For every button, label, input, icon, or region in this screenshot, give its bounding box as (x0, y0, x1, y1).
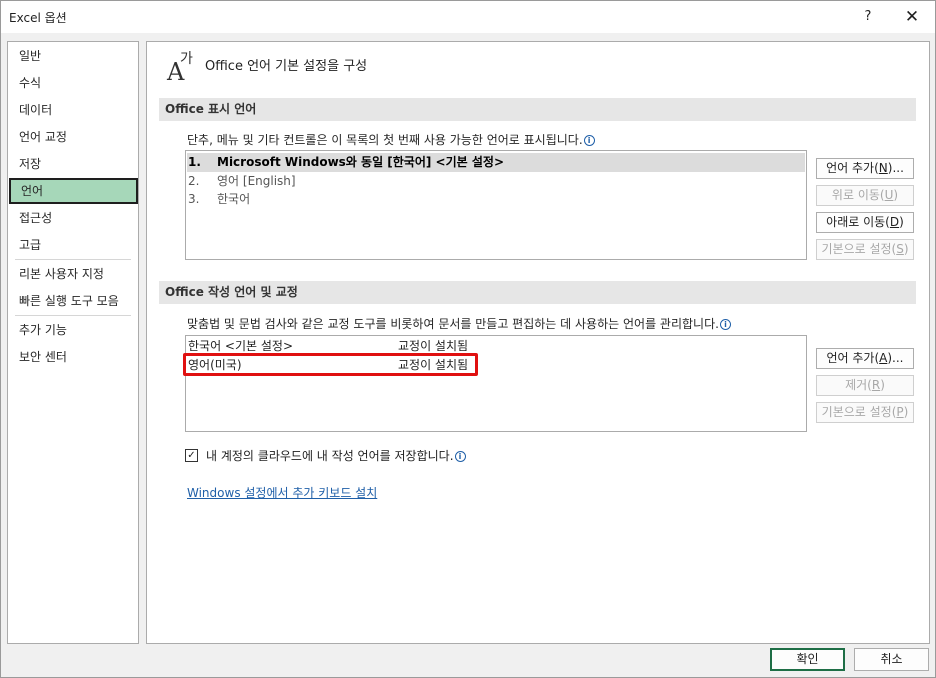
sidebar-item-quick-access-toolbar[interactable]: 빠른 실행 도구 모음 (8, 288, 138, 314)
language-settings-panel: A 가 Office 언어 기본 설정을 구성 Office 표시 언어 단추,… (146, 41, 930, 644)
sidebar-item-language[interactable]: 언어 (9, 178, 138, 204)
list-item[interactable]: 1. Microsoft Windows와 동일 [한국어] <기본 설정> (187, 153, 805, 172)
display-language-list[interactable]: 1. Microsoft Windows와 동일 [한국어] <기본 설정> 2.… (185, 150, 807, 260)
authoring-language-description: 맞춤법 및 문법 검사와 같은 교정 도구를 비롯하여 문서를 만들고 편집하는… (187, 315, 731, 332)
display-language-section-title: Office 표시 언어 (159, 98, 916, 121)
add-display-language-button[interactable]: 언어 추가(N)... (816, 158, 914, 179)
sidebar-item-general[interactable]: 일반 (8, 43, 138, 69)
add-authoring-language-button[interactable]: 언어 추가(A)... (816, 348, 914, 369)
cancel-button[interactable]: 취소 (854, 648, 929, 671)
remove-button[interactable]: 제거(R) (816, 375, 914, 396)
save-to-cloud-label: 내 계정의 클라우드에 내 작성 언어를 저장합니다. i (206, 447, 466, 464)
language-icon: A 가 (167, 51, 193, 86)
close-button[interactable]: ✕ (899, 5, 925, 29)
sidebar-item-customize-ribbon[interactable]: 리본 사용자 지정 (8, 261, 138, 287)
display-language-description: 단추, 메뉴 및 기타 컨트롤은 이 목록의 첫 번째 사용 가능한 언어로 표… (187, 131, 595, 148)
sidebar-item-save[interactable]: 저장 (8, 151, 138, 177)
excel-options-dialog: Excel 옵션 ? ✕ 일반 수식 데이터 언어 교정 저장 언어 접근성 고… (0, 0, 936, 678)
sidebar-item-proofing[interactable]: 언어 교정 (8, 124, 138, 150)
sidebar-item-advanced[interactable]: 고급 (8, 232, 138, 258)
help-button[interactable]: ? (857, 5, 879, 29)
sidebar-item-data[interactable]: 데이터 (8, 97, 138, 123)
authoring-language-list[interactable]: 한국어 <기본 설정> 교정이 설치됨 영어(미국) 교정이 설치됨 (185, 335, 807, 432)
sidebar-item-formulas[interactable]: 수식 (8, 70, 138, 96)
info-icon[interactable]: i (583, 135, 595, 146)
info-icon[interactable]: i (454, 451, 466, 462)
sidebar-divider (15, 259, 131, 260)
save-to-cloud-checkbox[interactable]: ✓ (185, 449, 198, 462)
highlight-box (183, 353, 478, 376)
sidebar-item-accessibility[interactable]: 접근성 (8, 205, 138, 231)
set-display-default-button[interactable]: 기본으로 설정(S) (816, 239, 914, 260)
authoring-language-section-title: Office 작성 언어 및 교정 (159, 281, 916, 304)
list-item[interactable]: 2. 영어 [English] (187, 172, 805, 191)
sidebar: 일반 수식 데이터 언어 교정 저장 언어 접근성 고급 리본 사용자 지정 빠… (7, 41, 139, 644)
sidebar-item-trust-center[interactable]: 보안 센터 (8, 344, 138, 370)
sidebar-item-add-ins[interactable]: 추가 기능 (8, 317, 138, 343)
info-icon[interactable]: i (719, 319, 731, 330)
sidebar-divider (15, 315, 131, 316)
ok-button[interactable]: 확인 (770, 648, 845, 671)
set-authoring-default-button[interactable]: 기본으로 설정(P) (816, 402, 914, 423)
page-title: Office 언어 기본 설정을 구성 (205, 59, 368, 74)
list-item[interactable]: 3. 한국어 (187, 190, 805, 209)
title-bar: Excel 옵션 ? ✕ (1, 1, 935, 33)
move-up-button[interactable]: 위로 이동(U) (816, 185, 914, 206)
window-title: Excel 옵션 (9, 11, 67, 25)
install-keyboards-link[interactable]: Windows 설정에서 추가 키보드 설치 (187, 484, 377, 501)
move-down-button[interactable]: 아래로 이동(D) (816, 212, 914, 233)
